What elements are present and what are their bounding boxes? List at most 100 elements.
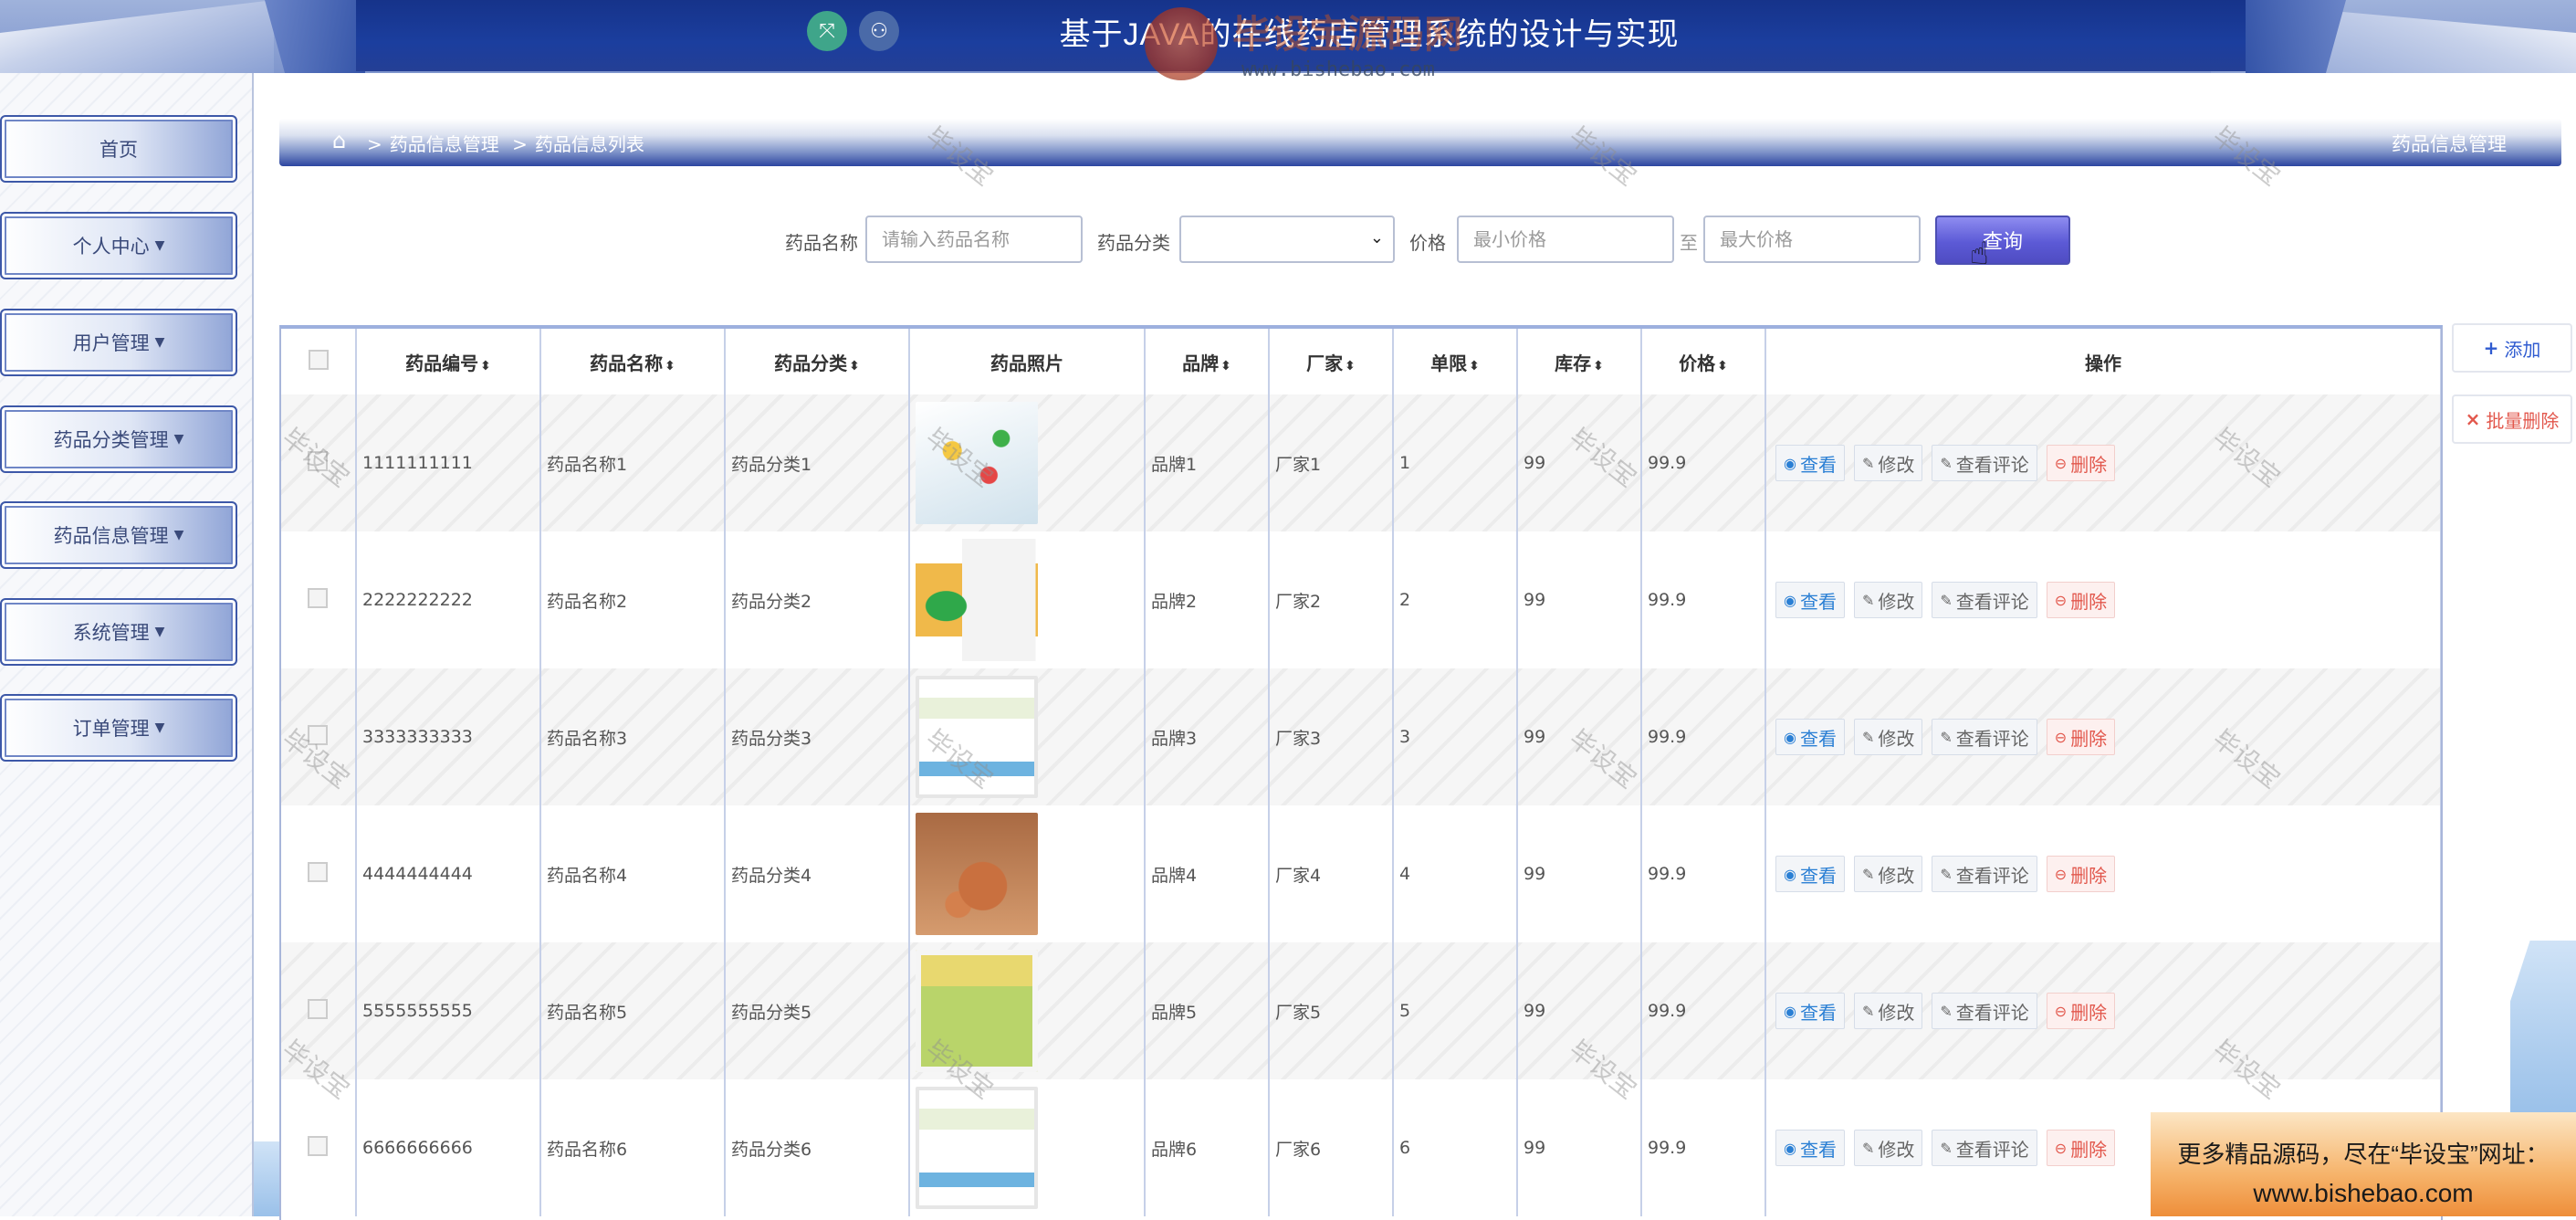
home-icon[interactable]: ⌂	[332, 128, 346, 153]
capsule-box-photo[interactable]	[916, 1087, 1038, 1209]
max-price-input[interactable]	[1703, 216, 1921, 263]
watermark-url: www.bishebao.com	[1241, 58, 1435, 81]
caret-down-icon: ▼	[154, 335, 165, 350]
col-code[interactable]: 药品编号 ⬍	[356, 329, 541, 394]
cell-ops: ◉ 查看 ✎ 修改 ✎ 查看评论 ⊖ 删除	[1765, 942, 2441, 1079]
delete-button[interactable]: ⊖ 删除	[2046, 856, 2116, 892]
sort-icon: ⬍	[480, 358, 491, 373]
cell-limit: 2	[1393, 531, 1518, 668]
view-button[interactable]: ◉ 查看	[1775, 719, 1845, 755]
cell-limit: 3	[1393, 668, 1518, 805]
delete-button[interactable]: ⊖ 删除	[2046, 993, 2116, 1029]
view-reviews-button[interactable]: ✎ 查看评论	[1932, 856, 2037, 892]
sidebar-item-4[interactable]: 药品分类管理 ▼	[0, 405, 237, 473]
pills-photo[interactable]	[916, 402, 1038, 524]
cell-code: 6666666666	[356, 1079, 541, 1216]
edit-button[interactable]: ✎ 修改	[1853, 993, 1923, 1029]
cell-photo	[909, 1079, 1146, 1216]
row-checkbox[interactable]	[281, 531, 357, 668]
watermark-logo: 毕设宝源码网 www.bishebao.com	[1123, 0, 1479, 84]
row-checkbox[interactable]	[281, 668, 357, 805]
col-stock[interactable]: 库存 ⬍	[1517, 329, 1642, 394]
col-limit[interactable]: 单限 ⬍	[1393, 329, 1518, 394]
row-checkbox[interactable]	[281, 1079, 357, 1216]
pencil-icon: ✎	[1861, 1002, 1875, 1020]
row-checkbox[interactable]	[281, 394, 357, 531]
ad-banner[interactable]: 更多精品源码，尽在“毕设宝”网址： www.bishebao.com	[2151, 1112, 2576, 1216]
user-button[interactable]: ⚇	[859, 11, 899, 51]
view-button[interactable]: ◉ 查看	[1775, 856, 1845, 892]
cell-category: 药品分类3	[725, 668, 910, 805]
batch-delete-button[interactable]: × 批量删除	[2452, 394, 2572, 444]
cell-photo	[909, 668, 1146, 805]
cell-brand: 品牌3	[1145, 668, 1270, 805]
bottle-box-photo[interactable]	[916, 539, 1038, 661]
edit-button[interactable]: ✎ 修改	[1853, 856, 1923, 892]
col-maker[interactable]: 厂家 ⬍	[1269, 329, 1394, 394]
view-button[interactable]: ◉ 查看	[1775, 993, 1845, 1029]
sidebar-item-7[interactable]: 订单管理 ▼	[0, 694, 237, 762]
delete-button[interactable]: ⊖ 删除	[2046, 719, 2116, 755]
cell-price: 99.9	[1641, 394, 1766, 531]
close-icon: ×	[2465, 408, 2481, 430]
sort-icon: ⬍	[1469, 358, 1480, 373]
cell-ops: ◉ 查看 ✎ 修改 ✎ 查看评论 ⊖ 删除	[1765, 668, 2441, 805]
sidebar-item-label: 系统管理	[72, 622, 150, 644]
edit-button[interactable]: ✎ 修改	[1853, 719, 1923, 755]
sidebar-item-label: 个人中心	[72, 236, 150, 258]
view-reviews-button[interactable]: ✎ 查看评论	[1932, 993, 2037, 1029]
query-button[interactable]: 查询	[1935, 216, 2070, 265]
view-button[interactable]: ◉ 查看	[1775, 582, 1845, 618]
table-row: 6666666666 药品名称6 药品分类6 品牌6 厂家6 6 99 99.9 ◉ 查看 ✎ 修改 ✎…	[281, 1079, 2441, 1216]
herbal-box-photo[interactable]	[916, 950, 1038, 1072]
sidebar-item-2[interactable]: 个人中心 ▼	[0, 212, 237, 279]
row-checkbox[interactable]	[281, 805, 357, 942]
min-price-input[interactable]	[1457, 216, 1674, 263]
cell-brand: 品牌6	[1145, 1079, 1270, 1216]
delete-button[interactable]: ⊖ 删除	[2046, 582, 2116, 618]
caret-down-icon: ▼	[173, 432, 184, 447]
col-brand[interactable]: 品牌 ⬍	[1145, 329, 1270, 394]
header-wing-left	[0, 0, 274, 73]
name-search-input[interactable]	[865, 216, 1083, 263]
breadcrumb-item-2: 药品信息列表	[534, 133, 644, 155]
view-button[interactable]: ◉ 查看	[1775, 1130, 1845, 1166]
pellets-photo[interactable]	[916, 813, 1038, 935]
edit-button[interactable]: ✎ 修改	[1853, 445, 1923, 481]
view-reviews-button[interactable]: ✎ 查看评论	[1932, 1130, 2037, 1166]
view-reviews-button[interactable]: ✎ 查看评论	[1932, 445, 2037, 481]
sidebar-item-3[interactable]: 用户管理 ▼	[0, 309, 237, 376]
cell-category: 药品分类6	[725, 1079, 910, 1216]
sort-icon: ⬍	[1220, 358, 1231, 373]
view-reviews-button[interactable]: ✎ 查看评论	[1932, 719, 2037, 755]
delete-button[interactable]: ⊖ 删除	[2046, 1130, 2116, 1166]
col-name[interactable]: 药品名称 ⬍	[540, 329, 726, 394]
sidebar-item-6[interactable]: 系统管理 ▼	[0, 598, 237, 666]
category-select[interactable]: ⌄	[1179, 216, 1395, 263]
table-row: 3333333333 药品名称3 药品分类3 品牌3 厂家3 3 99 99.9 ◉ 查看 ✎ 修改 ✎…	[281, 668, 2441, 805]
pencil-icon: ✎	[1940, 1002, 1953, 1020]
sidebar-item-label: 药品信息管理	[53, 525, 169, 547]
col-price[interactable]: 价格 ⬍	[1641, 329, 1766, 394]
row-checkbox[interactable]	[281, 942, 357, 1079]
col-category[interactable]: 药品分类 ⬍	[725, 329, 910, 394]
delete-button[interactable]: ⊖ 删除	[2046, 445, 2116, 481]
view-button[interactable]: ◉ 查看	[1775, 445, 1845, 481]
cell-price: 99.9	[1641, 668, 1766, 805]
sidebar-item-5[interactable]: 药品信息管理 ▼	[0, 501, 237, 569]
capsule-box-photo[interactable]	[916, 676, 1038, 798]
name-label: 药品名称	[785, 232, 858, 254]
pencil-icon: ✎	[1940, 454, 1953, 472]
ad-banner-line1: 更多精品源码，尽在“毕设宝”网址：	[2177, 1141, 2550, 1168]
add-button[interactable]: + 添加	[2452, 323, 2572, 373]
view-reviews-button[interactable]: ✎ 查看评论	[1932, 582, 2037, 618]
edit-button[interactable]: ✎ 修改	[1853, 1130, 1923, 1166]
sidebar-item-1[interactable]: 首页	[0, 115, 237, 183]
fullscreen-button[interactable]: ⤧	[807, 11, 847, 51]
breadcrumb-item-1[interactable]: 药品信息管理	[390, 133, 499, 155]
cell-price: 99.9	[1641, 1079, 1766, 1216]
select-all-checkbox[interactable]	[281, 329, 357, 394]
pencil-icon: ✎	[1861, 728, 1875, 746]
pencil-icon: ✎	[1861, 865, 1875, 883]
edit-button[interactable]: ✎ 修改	[1853, 582, 1923, 618]
